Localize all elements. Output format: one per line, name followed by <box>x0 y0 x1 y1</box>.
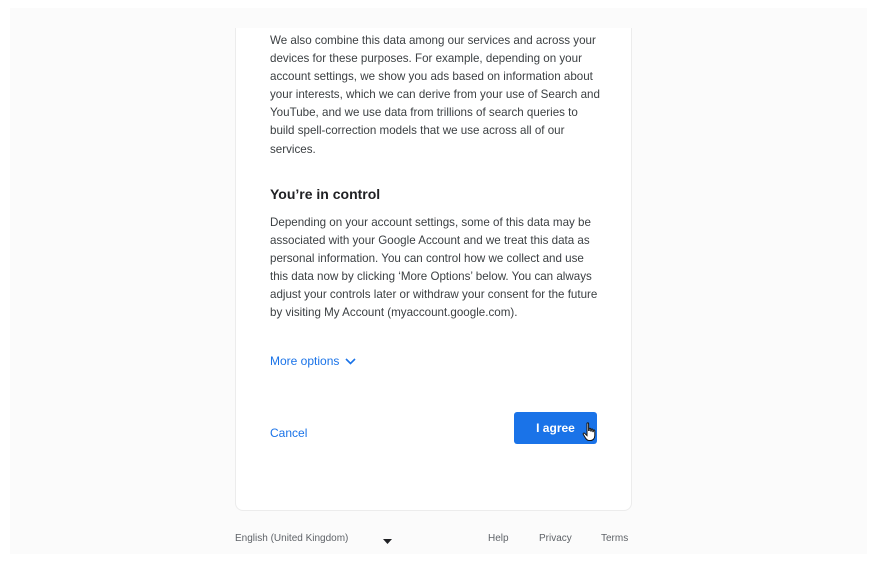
hand-pointer-icon <box>582 422 596 447</box>
consent-scroll-area[interactable]: We also combine this data among our serv… <box>270 34 603 322</box>
consent-dialog: We also combine this data among our serv… <box>235 28 632 511</box>
privacy-link[interactable]: Privacy <box>539 533 572 544</box>
help-link[interactable]: Help <box>488 533 509 544</box>
terms-link[interactable]: Terms <box>601 533 628 544</box>
control-heading: You’re in control <box>270 185 381 202</box>
intro-paragraph: We also combine this data among our serv… <box>270 34 600 156</box>
more-options-label: More options <box>270 354 340 368</box>
chevron-down-icon <box>345 357 356 365</box>
cancel-button[interactable]: Cancel <box>270 426 307 440</box>
language-selector[interactable]: English (United Kingdom) <box>235 533 348 544</box>
control-paragraph: Depending on your account settings, some… <box>270 215 598 320</box>
caret-down-icon[interactable] <box>383 536 392 547</box>
more-options-link[interactable]: More options <box>270 354 356 368</box>
